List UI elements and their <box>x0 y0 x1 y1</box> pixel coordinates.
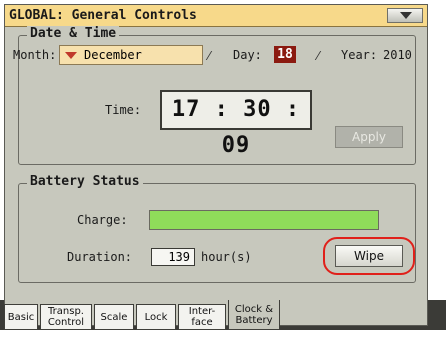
window-title: GLOBAL: General Controls <box>9 8 197 23</box>
duration-field: 139 <box>151 248 195 266</box>
tab-interface[interactable]: Inter- face <box>178 304 226 330</box>
year-label: Year: <box>341 48 378 62</box>
chevron-down-icon <box>65 52 77 59</box>
tab-transp-control[interactable]: Transp. Control <box>40 304 92 330</box>
date-separator: ⁄ <box>317 49 320 63</box>
wipe-button[interactable]: Wipe <box>335 245 403 267</box>
time-label: Time: <box>105 103 142 117</box>
tab-bar: Basic Transp. Control Scale Lock Inter- … <box>0 300 446 338</box>
day-label: Day: <box>233 48 262 62</box>
page-menu-button[interactable] <box>387 8 423 23</box>
month-value: December <box>84 48 142 62</box>
day-field[interactable]: 18 <box>274 46 296 63</box>
year-field[interactable]: 2010 <box>383 48 412 62</box>
global-window: GLOBAL: General Controls Date & Time Mon… <box>4 4 428 326</box>
title-bar: GLOBAL: General Controls <box>5 5 427 27</box>
duration-label: Duration: <box>67 250 133 264</box>
tab-scale[interactable]: Scale <box>94 304 134 330</box>
charge-bar-fill <box>150 211 378 229</box>
apply-button[interactable]: Apply <box>335 126 403 148</box>
charge-label: Charge: <box>77 213 128 227</box>
tab-basic[interactable]: Basic <box>4 304 38 330</box>
chevron-down-icon <box>400 12 412 19</box>
duration-unit: hour(s) <box>201 250 252 264</box>
month-dropdown[interactable]: December <box>59 45 203 65</box>
time-field[interactable]: 17 : 30 : 09 <box>160 90 312 158</box>
tab-clock-battery[interactable]: Clock & Battery <box>228 300 280 330</box>
date-time-legend: Date & Time <box>27 26 120 41</box>
battery-status-legend: Battery Status <box>27 174 143 189</box>
charge-bar <box>149 210 379 230</box>
tab-lock[interactable]: Lock <box>136 304 176 330</box>
battery-status-section: Battery Status <box>18 174 416 283</box>
date-separator: ⁄ <box>208 49 211 63</box>
month-label: Month: <box>13 48 57 62</box>
